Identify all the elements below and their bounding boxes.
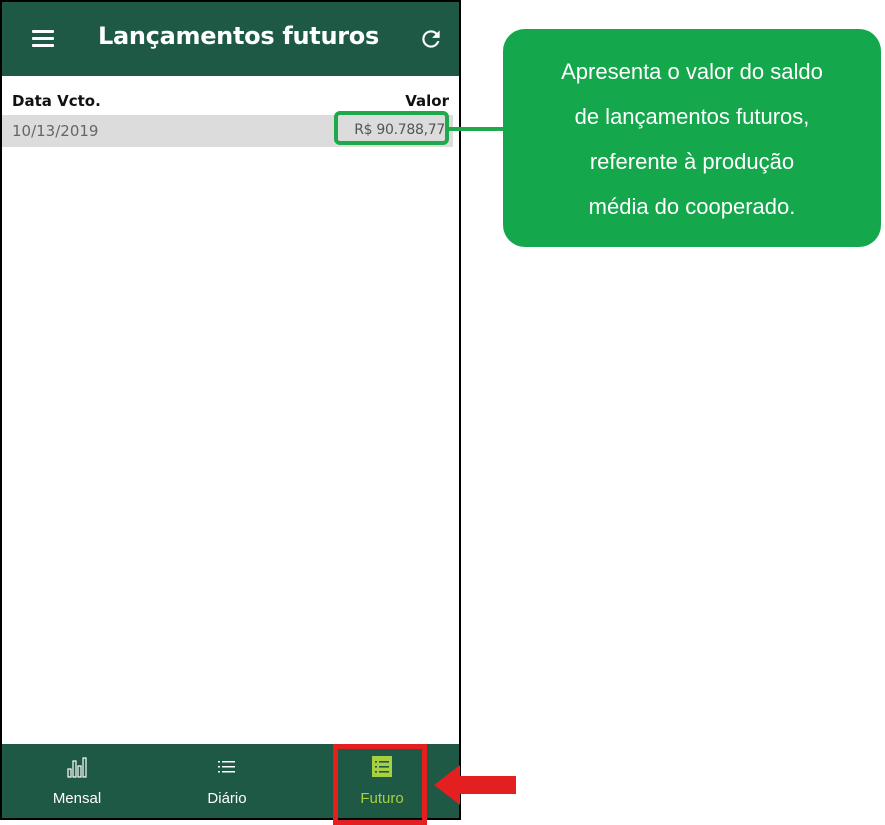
callout-line-2: de lançamentos futuros,: [574, 104, 810, 129]
callout-line-1: Apresenta o valor do saldo: [561, 59, 823, 84]
nav-label-mensal: Mensal: [52, 790, 102, 807]
app-bar: Lançamentos futuros: [2, 2, 459, 76]
callout-connector-line: [449, 127, 507, 131]
callout-line-3: referente à produção: [589, 149, 795, 174]
left-arrow-icon: [434, 765, 516, 805]
table-header: Data Vcto. Valor: [12, 92, 449, 112]
column-header-date: Data Vcto.: [12, 92, 101, 110]
due-date-cell: 10/13/2019: [12, 122, 99, 140]
nav-item-diario[interactable]: Diário: [152, 744, 302, 818]
page-title: Lançamentos futuros: [98, 22, 379, 50]
column-header-value: Valor: [405, 92, 449, 110]
nav-label-diario: Diário: [207, 790, 247, 807]
value-highlight-frame: [334, 111, 449, 145]
refresh-icon[interactable]: [418, 26, 444, 52]
callout-line-4: média do cooperado.: [588, 194, 796, 219]
bar-chart-icon: [67, 757, 87, 778]
list-icon: [218, 761, 235, 773]
hamburger-menu-icon[interactable]: [32, 30, 54, 48]
nav-item-mensal[interactable]: Mensal: [2, 744, 152, 818]
annotation-callout: Apresenta o valor do saldo de lançamento…: [503, 29, 881, 247]
active-tab-highlight-frame: [333, 744, 427, 825]
